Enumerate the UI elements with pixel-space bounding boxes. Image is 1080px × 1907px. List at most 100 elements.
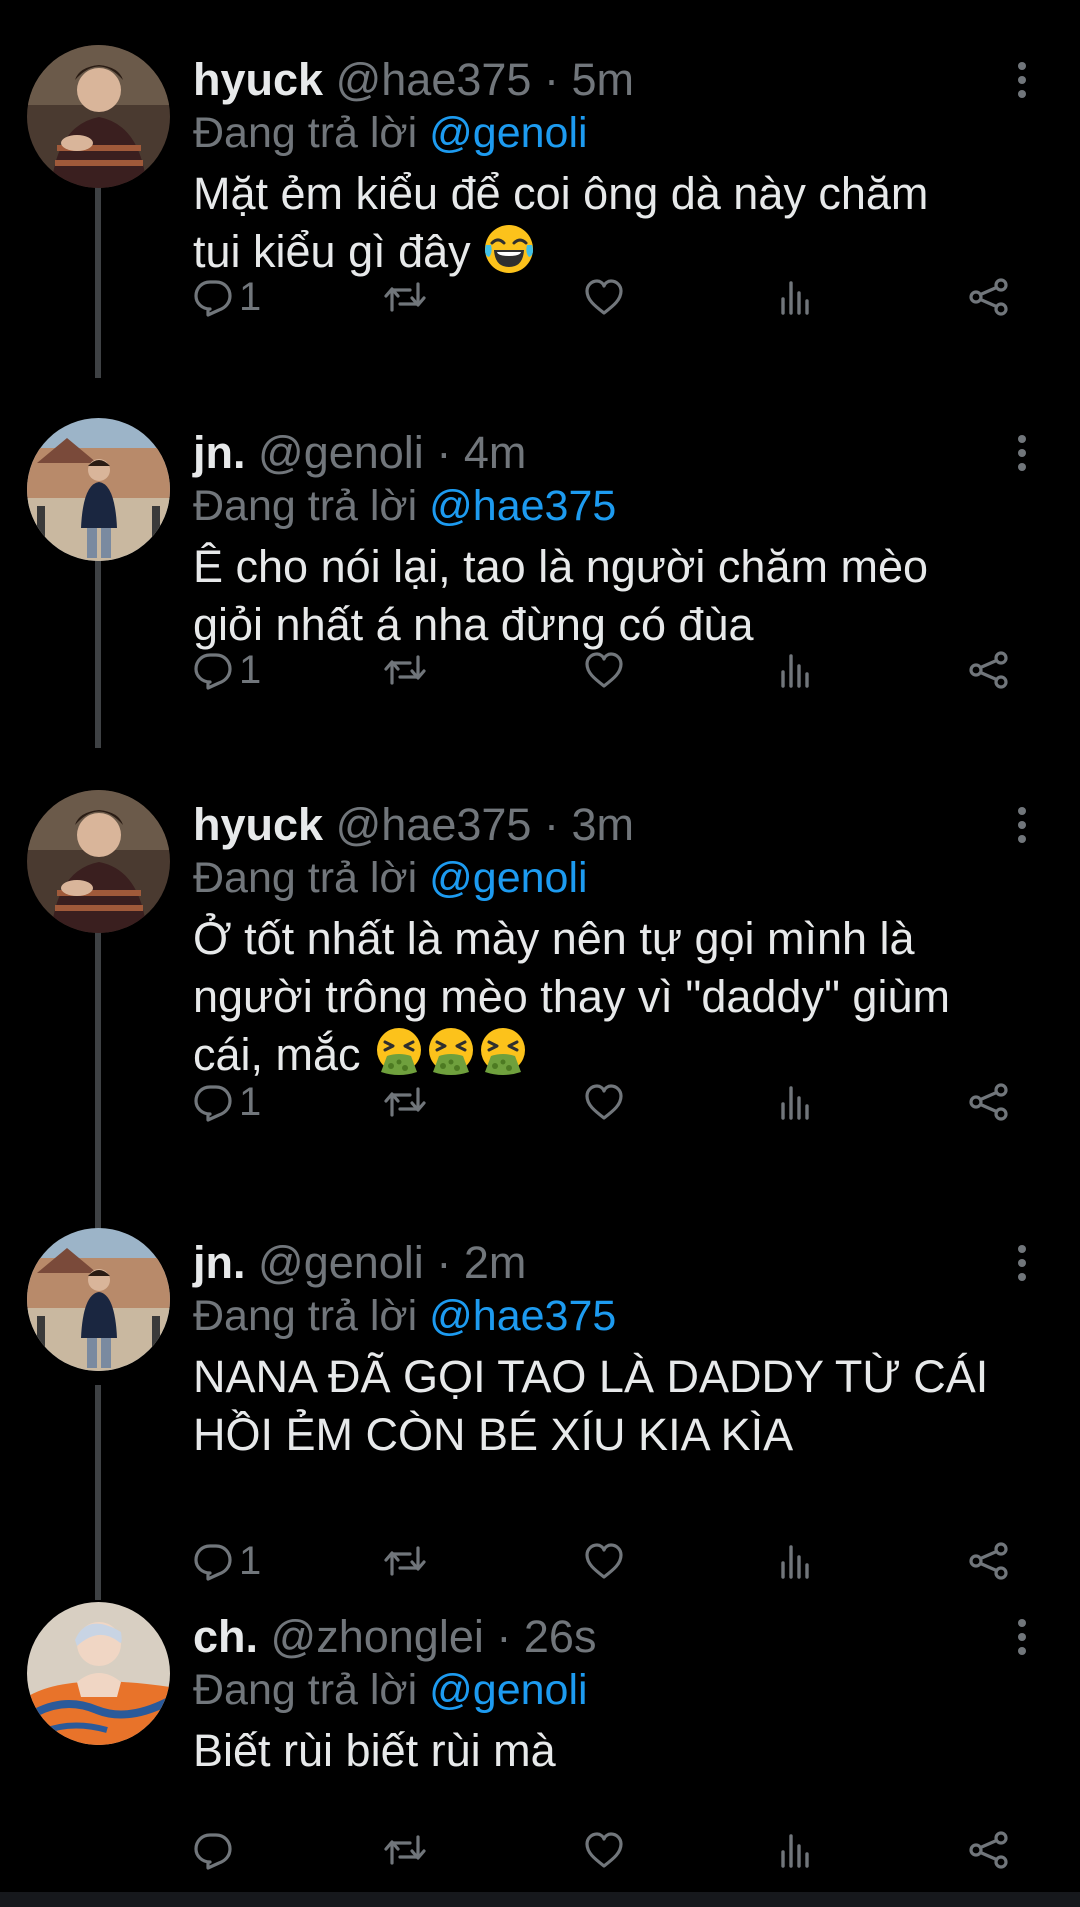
analytics-icon [775, 1082, 815, 1122]
like-button[interactable] [583, 640, 625, 700]
reply-button[interactable]: 1 [193, 1531, 261, 1591]
timestamp[interactable]: 5m [571, 54, 634, 105]
timestamp[interactable]: 2m [464, 1237, 527, 1288]
more-vertical-icon[interactable] [1010, 433, 1034, 473]
avatar[interactable] [27, 1228, 170, 1371]
username[interactable]: @zhonglei [271, 1611, 484, 1662]
replying-to-label: Đang trả lời [193, 482, 418, 530]
avatar[interactable] [27, 45, 170, 188]
replying-to-label: Đang trả lời [193, 1666, 418, 1714]
share-icon [967, 1830, 1011, 1870]
share-button[interactable] [967, 267, 1011, 327]
tweet-text: Ê cho nói lại, tao là người chăm mèo giỏ… [193, 538, 1033, 654]
tweet-text: NANA ĐÃ GỌI TAO LÀ DADDY TỪ CÁI HỒI ẺM C… [193, 1348, 1033, 1464]
retweet-button[interactable] [383, 267, 427, 327]
bottom-edge [0, 1892, 1080, 1907]
display-name[interactable]: ch. [193, 1611, 258, 1662]
avatar[interactable] [27, 418, 170, 561]
retweet-icon [383, 1830, 427, 1870]
like-button[interactable] [583, 1820, 625, 1880]
jn-avatar-image [27, 418, 170, 561]
display-name[interactable]: hyuck [193, 799, 323, 850]
username[interactable]: @genoli [258, 1237, 424, 1288]
reply-thread: hyuck @hae375 · 5m Đang trả lời @genoli … [0, 0, 1080, 1907]
timestamp[interactable]: 4m [464, 427, 527, 478]
more-vertical-icon[interactable] [1010, 1617, 1034, 1657]
heart-icon [583, 1830, 625, 1870]
timestamp[interactable]: 3m [571, 799, 634, 850]
face-vomiting-icon [425, 1026, 477, 1078]
reply-icon [193, 1830, 233, 1870]
share-button[interactable] [967, 1531, 1011, 1591]
replying-to: Đang trả lời @genoli [193, 848, 588, 908]
analytics-icon [775, 1541, 815, 1581]
username[interactable]: @genoli [258, 427, 424, 478]
replying-to: Đang trả lời @genoli [193, 103, 588, 163]
reply-count: 1 [239, 1539, 262, 1583]
replying-to-handle[interactable]: @hae375 [429, 1292, 616, 1340]
analytics-icon [775, 1830, 815, 1870]
reply-button[interactable]: 1 [193, 1072, 261, 1132]
retweet-button[interactable] [383, 1820, 427, 1880]
like-button[interactable] [583, 267, 625, 327]
share-button[interactable] [967, 640, 1011, 700]
display-name[interactable]: jn. [193, 1237, 246, 1288]
analytics-icon [775, 277, 815, 317]
tweet-actions: 1 [193, 1072, 1033, 1132]
avatar[interactable] [27, 790, 170, 933]
views-button[interactable] [775, 267, 815, 327]
views-button[interactable] [775, 1820, 815, 1880]
like-button[interactable] [583, 1531, 625, 1591]
reply-button[interactable]: 1 [193, 640, 261, 700]
avatar[interactable] [27, 1602, 170, 1745]
replying-to-handle[interactable]: @genoli [429, 1666, 587, 1714]
jn-avatar-image [27, 1228, 170, 1371]
face-vomiting-icon [373, 1026, 425, 1078]
tweet-text-line: Ê cho nói lại, tao là người chăm mèo [193, 541, 929, 592]
tweet-text-line: HỒI ẺM CÒN BÉ XÍU KIA KÌA [193, 1409, 794, 1460]
tweet-text-line: Biết rùi biết rùi mà [193, 1725, 556, 1776]
timestamp[interactable]: 26s [524, 1611, 597, 1662]
like-button[interactable] [583, 1072, 625, 1132]
username[interactable]: @hae375 [336, 54, 532, 105]
replying-to: Đang trả lời @hae375 [193, 1286, 616, 1346]
retweet-button[interactable] [383, 1072, 427, 1132]
replying-to-handle[interactable]: @genoli [429, 854, 587, 902]
reply-button[interactable] [193, 1820, 239, 1880]
more-vertical-icon[interactable] [1010, 805, 1034, 845]
replying-to-label: Đang trả lời [193, 854, 418, 902]
retweet-button[interactable] [383, 1531, 427, 1591]
views-button[interactable] [775, 1531, 815, 1591]
tweet-actions: 1 [193, 640, 1033, 700]
share-button[interactable] [967, 1820, 1011, 1880]
more-vertical-icon[interactable] [1010, 60, 1034, 100]
replying-to-label: Đang trả lời [193, 109, 418, 157]
reply-icon [193, 1541, 233, 1581]
username[interactable]: @hae375 [336, 799, 532, 850]
separator: · [496, 1611, 512, 1662]
more-vertical-icon[interactable] [1010, 1243, 1034, 1283]
thread-connector [95, 533, 101, 748]
retweet-icon [383, 650, 427, 690]
thread-connector [95, 905, 101, 1230]
views-button[interactable] [775, 640, 815, 700]
display-name[interactable]: jn. [193, 427, 246, 478]
share-button[interactable] [967, 1072, 1011, 1132]
ch-avatar-image [27, 1602, 170, 1745]
replying-to-handle[interactable]: @hae375 [429, 482, 616, 530]
share-icon [967, 277, 1011, 317]
reply-button[interactable]: 1 [193, 267, 261, 327]
separator: · [436, 1237, 452, 1288]
views-button[interactable] [775, 1072, 815, 1132]
retweet-button[interactable] [383, 640, 427, 700]
tweet-text: Mặt ẻm kiểu để coi ông dà này chăm tui k… [193, 165, 1033, 281]
reply-count: 1 [239, 1080, 262, 1124]
tweet-text: Biết rùi biết rùi mà [193, 1722, 1033, 1780]
display-name[interactable]: hyuck [193, 54, 323, 105]
share-icon [967, 1541, 1011, 1581]
replying-to-handle[interactable]: @genoli [429, 109, 587, 157]
separator: · [436, 427, 452, 478]
reply-icon [193, 1082, 233, 1122]
analytics-icon [775, 650, 815, 690]
hyuck-avatar-image [27, 45, 170, 188]
